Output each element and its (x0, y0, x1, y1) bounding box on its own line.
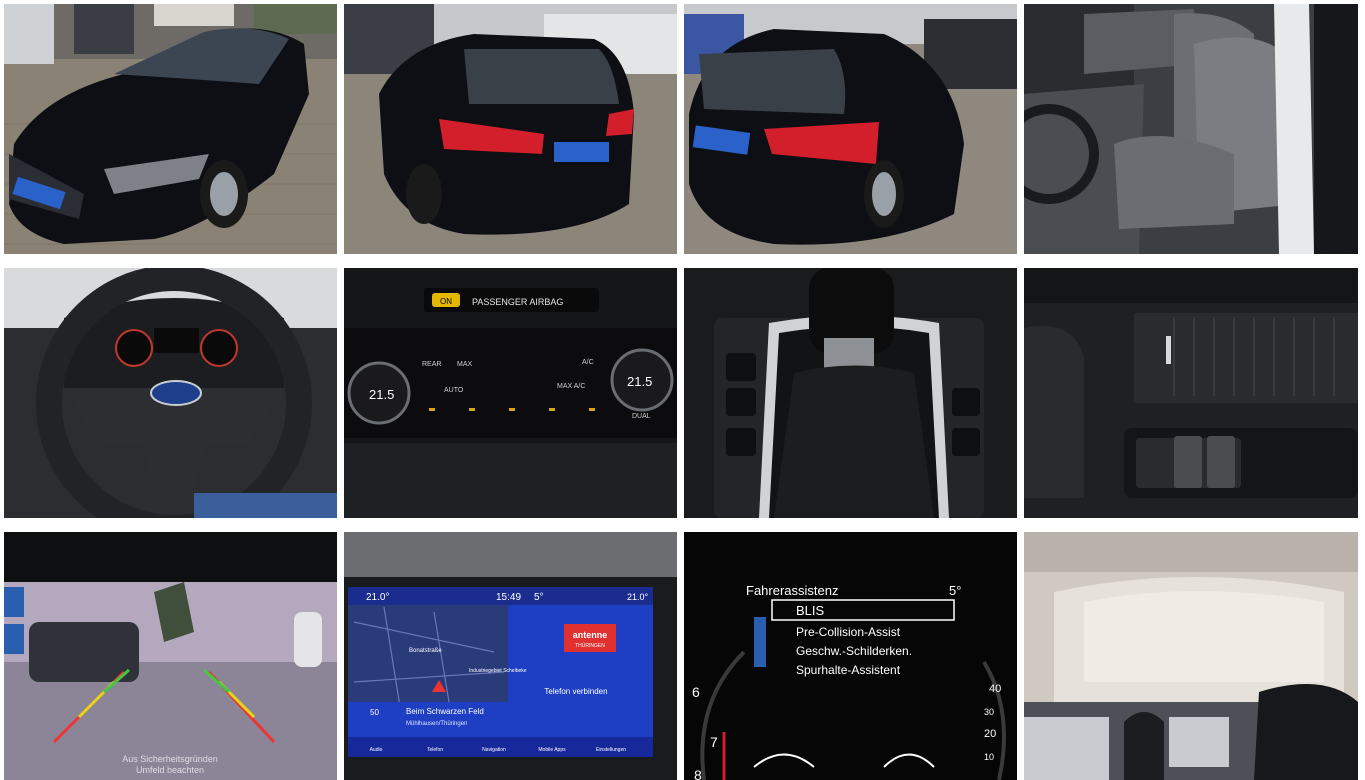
tacho-7: 7 (710, 734, 718, 750)
radio-station: antenne (573, 630, 608, 640)
photo-gear-shifter[interactable] (684, 268, 1017, 518)
photo-rear-camera[interactable]: Aus Sicherheitsgründen Umfeld beachten (4, 532, 337, 780)
tacho-6: 6 (692, 684, 700, 700)
max-label: MAX (457, 361, 473, 368)
phone-connect: Telefon verbinden (544, 687, 607, 696)
tacho-8: 8 (694, 767, 702, 780)
front-car-image (4, 4, 337, 254)
climate-image: ON PASSENGER AIRBAG 21.5 21.5 REAR MAX A… (344, 268, 677, 518)
assist-temp: 5° (949, 583, 961, 598)
photo-rear-left[interactable] (344, 4, 677, 254)
rear-label: REAR (422, 361, 441, 368)
console-image (1024, 268, 1358, 518)
assist-item-blis: BLIS (796, 603, 825, 618)
assist-title: Fahrerassistenz (746, 583, 838, 598)
camera-image: Aus Sicherheitsgründen Umfeld beachten (4, 532, 337, 780)
photo-front-seats[interactable] (1024, 4, 1358, 254)
nav-street2: Industriegebiet Schelbeke (469, 668, 527, 674)
seats-image (1024, 4, 1358, 254)
nav-time: 15:49 (496, 592, 521, 603)
dual-label: DUAL (632, 413, 651, 420)
speed-40: 40 (989, 683, 1001, 695)
assist-item-lane-keeping: Spurhalte-Assistent (796, 663, 901, 677)
photo-front-three-quarter[interactable] (4, 4, 337, 254)
temp-right: 21.5 (627, 374, 652, 389)
assistance-image: Fahrerassistenz 5° BLIS Pre-Collision-As… (684, 532, 1017, 780)
photo-center-console[interactable] (1024, 268, 1358, 518)
infotainment-image: 21.0° 15:49 5° 21.0° Bonatstraße Industr… (344, 532, 677, 780)
radio-station-sub: THÜRINGEN (575, 642, 605, 649)
tab-navigation: Navigation (482, 747, 506, 753)
headliner-image (1024, 532, 1358, 780)
assist-item-sign-recognition: Geschw.-Schilderken. (796, 644, 912, 658)
airbag-label: PASSENGER AIRBAG (472, 297, 563, 307)
photo-steering-wheel[interactable] (4, 268, 337, 518)
max-ac-label: MAX A/C (557, 383, 585, 390)
photo-climate-control[interactable]: ON PASSENGER AIRBAG 21.5 21.5 REAR MAX A… (344, 268, 677, 518)
camera-warning-line2: Umfeld beachten (136, 765, 204, 775)
assist-item-precollision: Pre-Collision-Assist (796, 625, 901, 639)
nav-city: Mühlhausen/Thüringen (406, 721, 467, 727)
nav-speed: 50 (370, 708, 379, 717)
nav-temp-right: 21.0° (627, 592, 649, 602)
airbag-status: ON (440, 297, 452, 306)
speed-10: 10 (984, 752, 994, 762)
photo-gallery: ON PASSENGER AIRBAG 21.5 21.5 REAR MAX A… (0, 0, 1365, 780)
photo-roof-headliner[interactable] (1024, 532, 1358, 780)
photo-infotainment[interactable]: 21.0° 15:49 5° 21.0° Bonatstraße Industr… (344, 532, 677, 780)
shifter-image (684, 268, 1017, 518)
speed-20: 20 (984, 728, 996, 740)
ac-label: A/C (582, 359, 594, 366)
tab-settings: Einstellungen (596, 747, 626, 753)
speed-30: 30 (984, 707, 994, 717)
rear-left-car-image (344, 4, 677, 254)
photo-driver-assistance[interactable]: Fahrerassistenz 5° BLIS Pre-Collision-As… (684, 532, 1017, 780)
nav-temp-left: 21.0° (366, 592, 389, 603)
tab-mobile-apps: Mobile Apps (538, 747, 566, 753)
camera-warning-line1: Aus Sicherheitsgründen (122, 754, 218, 764)
tab-audio: Audio (370, 747, 383, 753)
temp-left: 21.5 (369, 387, 394, 402)
rear-right-car-image (684, 4, 1017, 254)
nav-outside-temp: 5° (534, 592, 544, 603)
nav-route: Beim Schwarzen Feld (406, 707, 484, 716)
steering-wheel-image (4, 268, 337, 518)
nav-street1: Bonatstraße (409, 648, 442, 654)
tab-phone: Telefon (427, 747, 443, 753)
auto-label: AUTO (444, 387, 464, 394)
photo-rear-right[interactable] (684, 4, 1017, 254)
